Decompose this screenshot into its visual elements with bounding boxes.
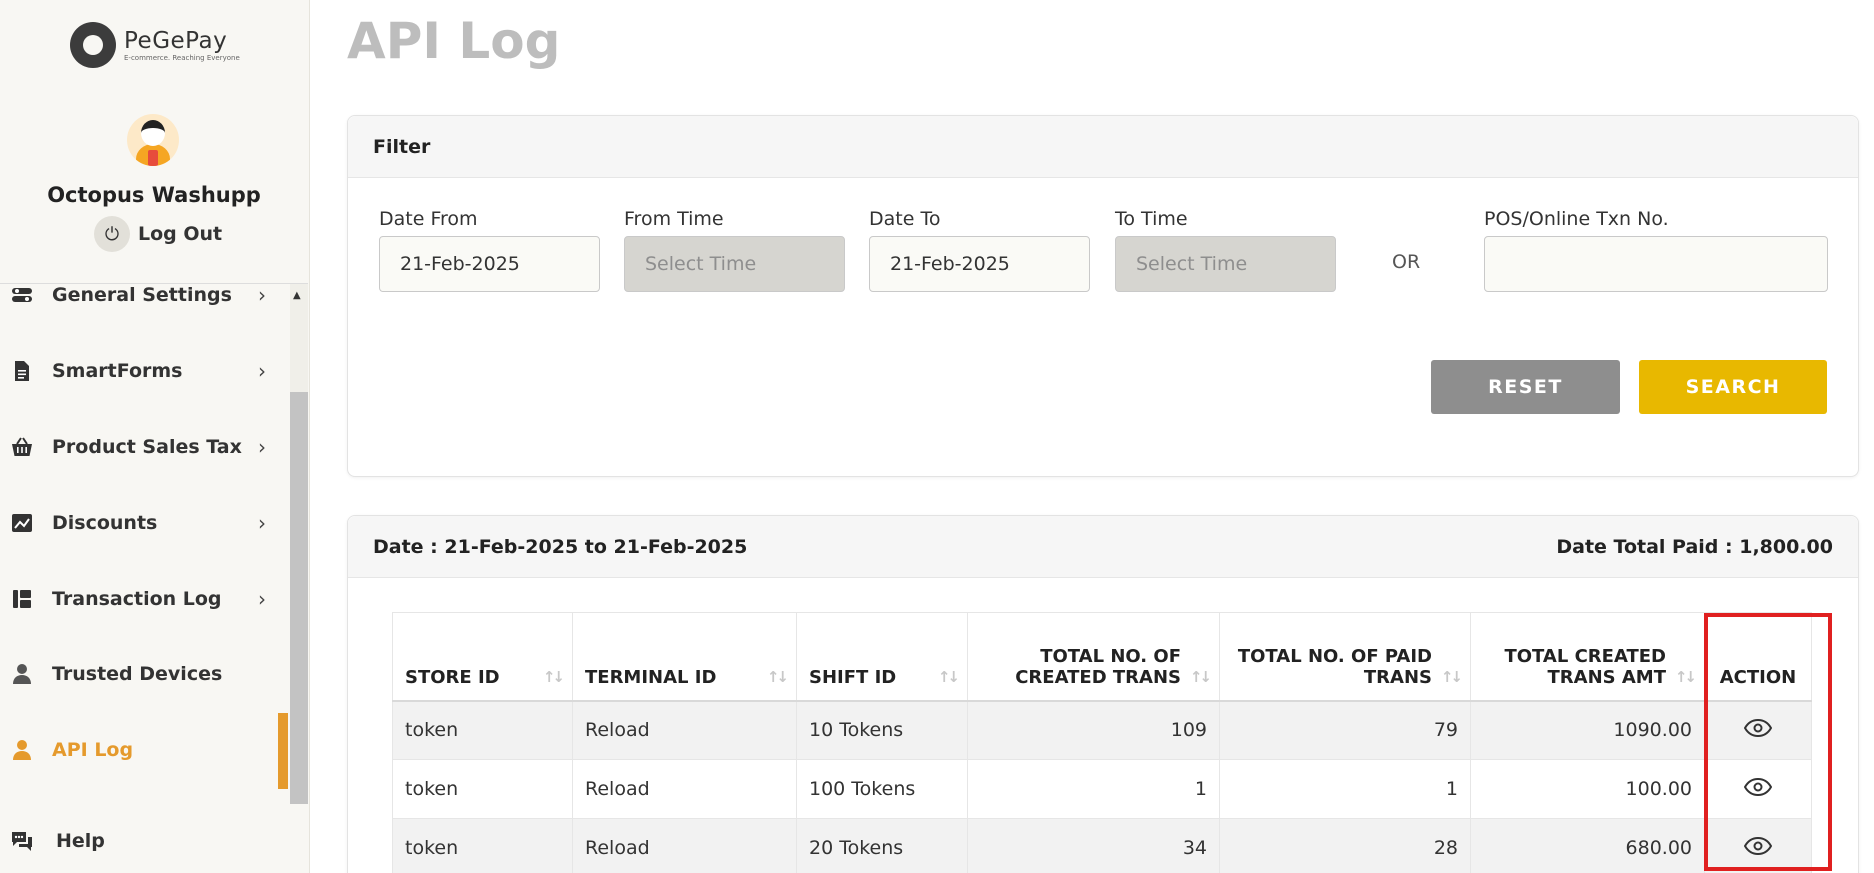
logo-icon (70, 22, 116, 68)
to-time-label: To Time (1115, 208, 1188, 230)
power-icon: ⏻ (94, 216, 130, 252)
chevron-right-icon: › (258, 435, 266, 459)
sidebar-item-label: API Log (52, 739, 134, 761)
user-name: Octopus Washupp (47, 183, 261, 207)
filter-title: Filter (373, 135, 431, 158)
user-icon (10, 662, 34, 686)
column-header-store-id[interactable]: STORE ID ↑↓ (392, 612, 573, 701)
cell-created-amt: 100.00 (1470, 759, 1705, 819)
chart-icon (10, 511, 34, 535)
basket-icon (10, 435, 34, 459)
sort-icon[interactable]: ↑↓ (543, 668, 565, 686)
active-item-marker (278, 713, 288, 789)
cell-shift-id: 100 Tokens (796, 759, 968, 819)
api-log-table: STORE ID ↑↓ TERMINAL ID ↑↓ SHIFT ID ↑↓ TOTA… (392, 612, 1812, 873)
search-button[interactable]: SEARCH (1639, 360, 1827, 414)
document-icon (10, 359, 34, 383)
table-row: token Reload 100 Tokens 1 1 100.00 (392, 759, 1812, 819)
sidebar-item-help[interactable]: Help (0, 816, 290, 866)
user-icon (10, 738, 34, 762)
brand-name: PeGePay (124, 28, 228, 54)
sidebar-item-label: Transaction Log (52, 588, 222, 610)
reset-button[interactable]: RESET (1431, 360, 1620, 414)
column-header-created-trans[interactable]: TOTAL NO. OF CREATED TRANS ↑↓ (967, 612, 1220, 701)
cell-store-id: token (392, 700, 573, 760)
column-header-created-amt[interactable]: TOTAL CREATED TRANS AMT ↑↓ (1470, 612, 1705, 701)
txn-no-label: POS/Online Txn No. (1484, 208, 1669, 230)
sidebar-item-api-log[interactable]: API Log (0, 725, 290, 775)
sort-icon[interactable]: ↑↓ (1441, 668, 1463, 686)
sidebar-item-label: Trusted Devices (52, 663, 223, 685)
cell-created-trans: 34 (967, 818, 1220, 873)
column-header-terminal-id[interactable]: TERMINAL ID ↑↓ (572, 612, 797, 701)
date-range-label: Date : 21-Feb-2025 to 21-Feb-2025 (373, 535, 748, 558)
sort-icon[interactable]: ↑↓ (1675, 668, 1697, 686)
sort-icon[interactable]: ↑↓ (938, 668, 960, 686)
chevron-right-icon: › (258, 283, 266, 307)
brand-logo[interactable]: PeGePay E-commerce. Reaching Everyone (70, 22, 240, 68)
sidebar-item-label: Help (56, 830, 105, 852)
table-row: token Reload 20 Tokens 34 28 680.00 (392, 818, 1812, 873)
cell-terminal-id: Reload (572, 700, 797, 760)
chevron-right-icon: › (258, 359, 266, 383)
logout-label: Log Out (138, 223, 223, 245)
date-total-paid: Date Total Paid : 1,800.00 (1556, 535, 1833, 558)
sidebar-item-general-settings[interactable]: General Settings › (0, 270, 290, 320)
from-time-label: From Time (624, 208, 724, 230)
sort-icon[interactable]: ↑↓ (1190, 668, 1212, 686)
cell-terminal-id: Reload (572, 818, 797, 873)
toggle-icon (10, 283, 34, 307)
sidebar-item-label: General Settings (52, 284, 232, 306)
cell-store-id: token (392, 818, 573, 873)
or-label: OR (1392, 251, 1421, 273)
cell-created-trans: 109 (967, 700, 1220, 760)
date-from-label: Date From (379, 208, 478, 230)
sort-icon[interactable]: ↑↓ (767, 668, 789, 686)
cell-shift-id: 20 Tokens (796, 818, 968, 873)
action-column-highlight (1704, 613, 1832, 871)
sidebar-item-discounts[interactable]: Discounts › (0, 498, 290, 548)
sidebar-item-trusted-devices[interactable]: Trusted Devices (0, 649, 290, 699)
sidebar-item-transaction-log[interactable]: Transaction Log › (0, 574, 290, 624)
scroll-up-icon[interactable]: ▲ (293, 290, 301, 301)
cell-paid-trans: 79 (1219, 700, 1471, 760)
avatar (127, 114, 179, 166)
cell-terminal-id: Reload (572, 759, 797, 819)
chevron-right-icon: › (258, 511, 266, 535)
sidebar-item-smartforms[interactable]: SmartForms › (0, 346, 290, 396)
sidebar-item-label: Product Sales Tax (52, 436, 242, 458)
column-header-paid-trans[interactable]: TOTAL NO. OF PAID TRANS ↑↓ (1219, 612, 1471, 701)
logout-button[interactable]: ⏻ Log Out (94, 216, 222, 252)
scrollbar-thumb[interactable] (290, 392, 308, 804)
chevron-right-icon: › (258, 587, 266, 611)
cell-created-amt: 680.00 (1470, 818, 1705, 873)
filter-card: Filter Date From 21-Feb-2025 From Time S… (347, 115, 1859, 477)
list-icon (10, 587, 34, 611)
page-title: API Log (347, 12, 561, 70)
date-from-field[interactable]: 21-Feb-2025 (379, 236, 600, 292)
date-to-label: Date To (869, 208, 941, 230)
cell-paid-trans: 1 (1219, 759, 1471, 819)
cell-store-id: token (392, 759, 573, 819)
table-row: token Reload 10 Tokens 109 79 1090.00 (392, 700, 1812, 760)
column-header-shift-id[interactable]: SHIFT ID ↑↓ (796, 612, 968, 701)
sidebar-item-label: SmartForms (52, 360, 183, 382)
date-to-field[interactable]: 21-Feb-2025 (869, 236, 1090, 292)
sidebar: PeGePay E-commerce. Reaching Everyone Oc… (0, 0, 310, 873)
results-card: Date : 21-Feb-2025 to 21-Feb-2025 Date T… (347, 515, 1859, 873)
from-time-field[interactable]: Select Time (624, 236, 845, 292)
sidebar-item-label: Discounts (52, 512, 158, 534)
brand-tagline: E-commerce. Reaching Everyone (124, 54, 240, 62)
cell-paid-trans: 28 (1219, 818, 1471, 873)
cell-created-trans: 1 (967, 759, 1220, 819)
cell-created-amt: 1090.00 (1470, 700, 1705, 760)
sidebar-item-product-sales-tax[interactable]: Product Sales Tax › (0, 422, 290, 472)
to-time-field[interactable]: Select Time (1115, 236, 1336, 292)
chat-icon (10, 829, 34, 853)
sidebar-scrollbar[interactable]: ▲ (290, 284, 308, 804)
cell-shift-id: 10 Tokens (796, 700, 968, 760)
txn-no-input[interactable] (1484, 236, 1828, 292)
